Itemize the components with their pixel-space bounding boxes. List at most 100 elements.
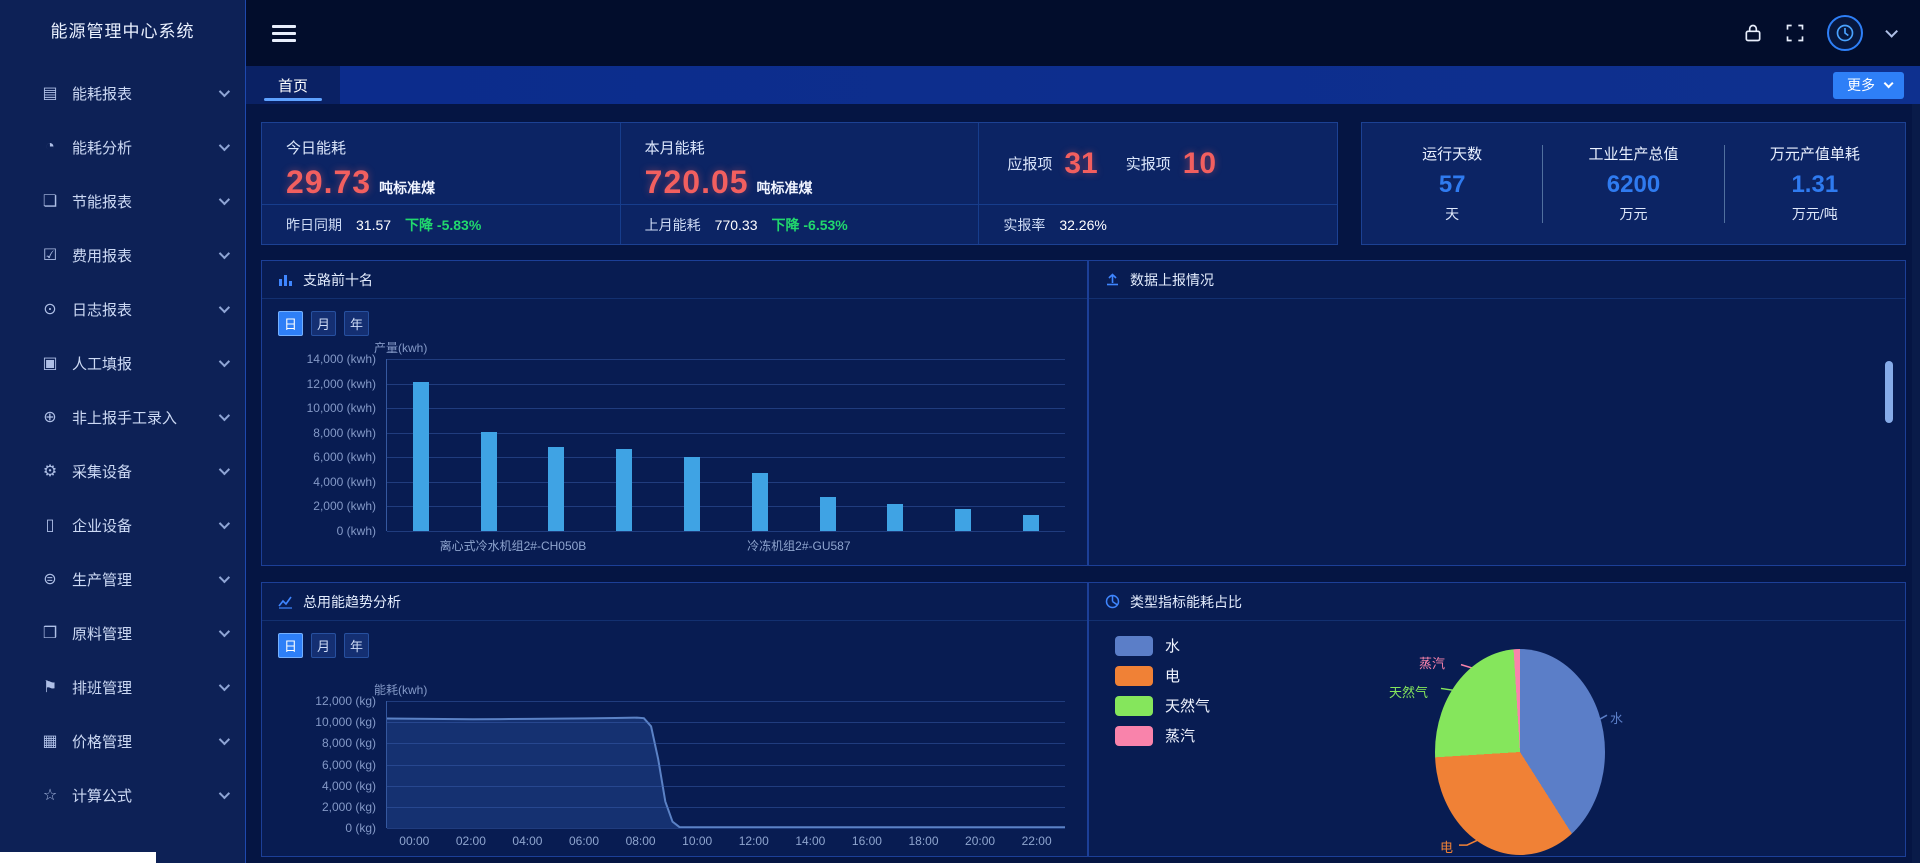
tab-home[interactable]: 首页 xyxy=(246,66,340,104)
production-icon: ⊜ xyxy=(38,569,62,589)
avatar[interactable] xyxy=(1827,15,1863,51)
y-tick: 2,000 (kg) xyxy=(278,800,376,814)
x-tick xyxy=(694,537,748,554)
actual-label: 实报项 xyxy=(1126,153,1171,174)
sidebar-item-11[interactable]: ❒原料管理 xyxy=(0,606,245,660)
chevron-down-icon xyxy=(219,734,230,745)
pie-slice-label: 天然气 xyxy=(1389,682,1428,701)
more-button[interactable]: 更多 xyxy=(1833,72,1904,99)
chevron-down-icon xyxy=(219,356,230,367)
y-tick: 0 (kwh) xyxy=(278,524,376,538)
energy-report-icon: ▤ xyxy=(38,83,62,103)
bar-1[interactable] xyxy=(413,382,429,531)
sidebar-item-7[interactable]: ⊕非上报手工录入 xyxy=(0,390,245,444)
x-tick: 20:00 xyxy=(952,834,1009,848)
stat-3: 万元产值单耗1.31万元/吨 xyxy=(1725,143,1905,224)
lock-icon[interactable] xyxy=(1743,23,1763,43)
panel-title: 支路前十名 xyxy=(303,270,373,290)
y-tick: 14,000 (kwh) xyxy=(278,352,376,366)
pie-slice-label: 蒸汽 xyxy=(1419,653,1445,672)
app-title: 能源管理中心系统 xyxy=(0,0,245,58)
bar-9[interactable] xyxy=(955,509,971,531)
pie-slice-label: 电 xyxy=(1440,837,1453,856)
y-tick: 10,000 (kwh) xyxy=(278,401,376,415)
sidebar-item-9[interactable]: ▯企业设备 xyxy=(0,498,245,552)
sidebar-item-8[interactable]: ⚙采集设备 xyxy=(0,444,245,498)
chevron-down-icon xyxy=(1884,78,1894,88)
chevron-down-icon xyxy=(219,680,230,691)
kpi-month-label: 本月能耗 xyxy=(645,137,955,158)
kpi-today-value: 29.73 xyxy=(286,164,371,201)
pie-slice-label: 水 xyxy=(1610,708,1623,727)
bar-8[interactable] xyxy=(887,504,903,531)
table-scrollbar[interactable] xyxy=(1885,361,1893,423)
period-tab-2[interactable]: 月 xyxy=(311,311,336,336)
sidebar-item-13[interactable]: ▦价格管理 xyxy=(0,714,245,768)
chevron-down-icon xyxy=(219,302,230,313)
page-scrollbar[interactable] xyxy=(1912,104,1920,863)
menu-toggle-icon[interactable] xyxy=(272,21,296,46)
kpi-card-group: 今日能耗 29.73 吨标准煤 昨日同期 31.57 下降 -5.83% 本月能… xyxy=(261,122,1338,245)
y-tick: 12,000 (kwh) xyxy=(278,377,376,391)
sidebar-item-10[interactable]: ⊜生产管理 xyxy=(0,552,245,606)
bar-10[interactable] xyxy=(1023,515,1039,531)
stat-2: 工业生产总值6200万元 xyxy=(1543,143,1723,224)
panel-energy-trend: 总用能趋势分析 日月年 能耗(kwh) 12,000 (kg)10,000 (k… xyxy=(261,582,1088,857)
pie-graphic[interactable] xyxy=(1435,649,1605,855)
x-tick xyxy=(386,537,440,554)
collect-device-icon: ⚙ xyxy=(38,461,62,481)
period-tab-2[interactable]: 月 xyxy=(311,633,336,658)
kpi-today: 今日能耗 29.73 吨标准煤 昨日同期 31.57 下降 -5.83% xyxy=(262,123,620,244)
y-tick: 12,000 (kg) xyxy=(278,694,376,708)
x-tick: 02:00 xyxy=(443,834,500,848)
user-dropdown-icon[interactable] xyxy=(1885,25,1898,38)
actual-value: 10 xyxy=(1183,147,1216,181)
panel-title: 总用能趋势分析 xyxy=(303,592,401,612)
bar-7[interactable] xyxy=(820,497,836,531)
period-tab-1[interactable]: 日 xyxy=(278,311,303,336)
kpi-month-value: 720.05 xyxy=(645,164,749,201)
x-tick: 10:00 xyxy=(669,834,726,848)
rate-value: 32.26% xyxy=(1059,217,1106,233)
sidebar-item-6[interactable]: ▣人工填报 xyxy=(0,336,245,390)
chevron-down-icon xyxy=(219,788,230,799)
x-tick: 12:00 xyxy=(725,834,782,848)
energy-analysis-icon: ◔ xyxy=(38,138,62,156)
sidebar-nav: ▤能耗报表◔能耗分析❏节能报表☑费用报表⊙日志报表▣人工填报⊕非上报手工录入⚙采… xyxy=(0,58,245,822)
sidebar-item-1[interactable]: ▤能耗报表 xyxy=(0,66,245,120)
y-axis-title: 能耗(kwh) xyxy=(374,681,427,698)
fullscreen-icon[interactable] xyxy=(1785,23,1805,43)
sidebar-item-4[interactable]: ☑费用报表 xyxy=(0,228,245,282)
y-tick: 4,000 (kg) xyxy=(278,779,376,793)
period-tab-3[interactable]: 年 xyxy=(344,633,369,658)
topbar xyxy=(246,0,1920,66)
sidebar-item-3[interactable]: ❏节能报表 xyxy=(0,174,245,228)
upload-icon xyxy=(1105,272,1120,287)
formula-icon: ☆ xyxy=(38,785,62,805)
sidebar-item-14[interactable]: ☆计算公式 xyxy=(0,768,245,822)
line-chart-icon xyxy=(278,594,293,609)
main-area: 首页 更多 今日能耗 29.73 吨标准煤 昨日同期 31.57 下降 -5.8… xyxy=(245,0,1920,863)
x-tick xyxy=(958,537,1012,554)
chevron-down-icon xyxy=(219,518,230,529)
x-tick: 16:00 xyxy=(839,834,896,848)
bar-5[interactable] xyxy=(684,457,700,531)
bar-6[interactable] xyxy=(752,473,768,531)
bar-3[interactable] xyxy=(548,447,564,531)
kpi-today-unit: 吨标准煤 xyxy=(379,178,435,198)
bar-4[interactable] xyxy=(616,449,632,531)
sidebar-item-2[interactable]: ◔能耗分析 xyxy=(0,120,245,174)
sidebar-item-12[interactable]: ⚑排班管理 xyxy=(0,660,245,714)
y-tick: 8,000 (kwh) xyxy=(278,426,376,440)
period-tabs: 日月年 xyxy=(278,311,369,336)
due-value: 31 xyxy=(1064,147,1097,181)
chevron-down-icon xyxy=(219,140,230,151)
y-tick: 4,000 (kwh) xyxy=(278,475,376,489)
sidebar-item-5[interactable]: ⊙日志报表 xyxy=(0,282,245,336)
stats-card: 运行天数57天工业生产总值6200万元万元产值单耗1.31万元/吨 xyxy=(1361,122,1906,245)
period-tab-1[interactable]: 日 xyxy=(278,633,303,658)
bar-2[interactable] xyxy=(481,432,497,532)
period-tab-3[interactable]: 年 xyxy=(344,311,369,336)
chevron-down-icon xyxy=(219,194,230,205)
period-tabs: 日月年 xyxy=(278,633,369,658)
